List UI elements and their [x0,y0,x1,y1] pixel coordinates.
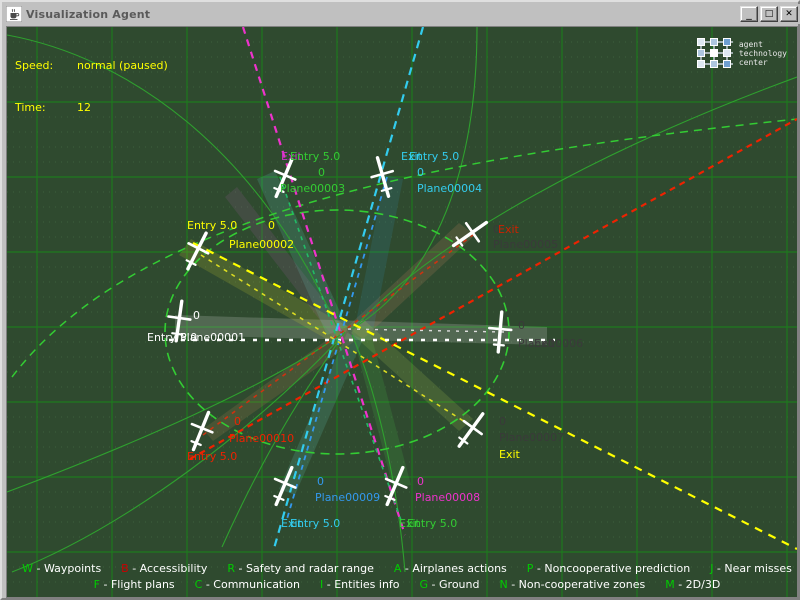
legend-key-g: G [419,578,429,591]
plane-waypoint-Plane00007: Exit [499,448,520,461]
legend-item-m[interactable]: M - 2D/3D [665,577,720,593]
legend-row-1: W - Waypoints B - Accessibility R - Safety… [11,561,797,577]
window-title: Visualization Agent [26,7,151,21]
speed-value: normal (paused) [77,59,168,72]
legend-item-i[interactable]: I - Entities info [320,577,400,593]
legend-key-w: W [22,562,33,575]
legend-key-n: N [499,578,508,591]
speed-label: Speed: [15,59,54,72]
plane-name-Plane00004: Plane00004 [417,182,483,195]
legend-item-c[interactable]: C - Communication [195,577,300,593]
time-value: 12 [77,101,91,114]
minimize-glyph: _ [746,7,752,20]
title-bar[interactable]: Visualization Agent _ □ ✕ [4,4,800,24]
logo-line-2: technology [738,48,787,58]
minimize-button[interactable]: _ [740,6,758,22]
legend-label-b: - Accessibility [128,562,208,575]
logo-node-grid-icon [692,33,736,73]
legend-item-r[interactable]: R - Safety and radar range [227,561,373,577]
logo-line-3: center [738,57,768,67]
time-row: Time: 12 [15,101,168,115]
plane-altitude-Plane00006: 0 [518,319,525,332]
status-hud: Speed: normal (paused) Time: 12 [15,31,168,143]
plane-waypoint-Plane00010: Entry 5.0 [187,450,238,463]
legend-item-f[interactable]: F - Flight plans [94,577,175,593]
legend-item-w[interactable]: W - Waypoints [22,561,101,577]
plane-waypoint-Plane00001: Entry 5.0 [147,331,198,344]
legend-label-n: - Non-cooperative zones [507,578,646,591]
plane-name-Plane00005: Plane00005 [493,238,559,251]
maximize-glyph: □ [764,8,774,19]
time-label: Time: [15,101,46,114]
keyboard-shortcut-legend: W - Waypoints B - Accessibility R - Safety… [11,561,797,593]
plane-altitude-Plane00002: 0 [268,219,275,232]
plane-name-Plane00010: Plane00010 [229,432,295,445]
legend-key-b: B [121,562,129,575]
plane-altitude-Plane00009: 0 [317,475,324,488]
legend-key-r: R [227,562,236,575]
legend-label-g: - Ground [428,578,480,591]
legend-label-c: - Communication [202,578,301,591]
plane-altitude-Plane00008: 0 [417,475,424,488]
logo-text: agent technology center [739,40,787,67]
plane-entry-Plane00008: Entry 5.0 [407,517,458,530]
plane-altitude-Plane00004: 0 [417,166,424,179]
visualization-canvas[interactable]: 0 Plane00001 Entry 5.0 0 Plane00002 Entry 5.0… [6,26,798,598]
close-button[interactable]: ✕ [780,6,798,22]
radar-scene: 0 Plane00001 Entry 5.0 0 Plane00002 Entry 5.0… [7,27,797,597]
legend-row-2: F - Flight plans C - Communication I - Ent… [11,577,797,593]
legend-key-m: M [665,578,675,591]
plane-altitude-Plane00010: 0 [234,415,241,428]
maximize-button[interactable]: □ [760,6,778,22]
legend-label-w: - Waypoints [33,562,102,575]
plane-entry-Plane00009: Entry 5.0 [290,517,341,530]
plane-waypoint-Plane00002: Entry 5.0 [187,219,238,232]
legend-item-b[interactable]: B - Accessibility [121,561,207,577]
close-glyph: ✕ [785,8,793,19]
plane-name-Plane00002: Plane00002 [229,238,295,251]
legend-label-r: - Safety and radar range [235,562,374,575]
plane-altitude-Plane00001: 0 [193,309,200,322]
plane-name-Plane00009: Plane00009 [315,491,381,504]
legend-item-p[interactable]: P - Noncooperative prediction [527,561,690,577]
agent-technology-center-logo: agent technology center [692,33,787,73]
legend-item-n[interactable]: N - Non-cooperative zones [499,577,645,593]
plane-entry-Plane00004: Entry 5.0 [409,150,460,163]
plane-name-Plane00007: Plane00007 [499,431,565,444]
legend-item-a[interactable]: A - Airplanes actions [394,561,507,577]
legend-item-g[interactable]: G - Ground [420,577,480,593]
legend-label-p: - Noncooperative prediction [533,562,691,575]
plane-entry-Plane00003: Entry 5.0 [290,150,341,163]
legend-label-i: - Entities info [323,578,400,591]
plane-name-Plane00003: Plane00003 [280,182,346,195]
plane-waypoint-Plane00005: Exit [498,223,519,236]
plane-altitude-Plane00003: 0 [318,166,325,179]
logo-line-1: agent [738,39,763,49]
application-window: Visualization Agent _ □ ✕ 0 Plane00001 E… [0,0,800,600]
legend-label-m: - 2D/3D [674,578,721,591]
window-controls: _ □ ✕ [740,6,798,22]
legend-label-a: - Airplanes actions [401,562,507,575]
legend-label-f: - Flight plans [100,578,175,591]
plane-name-Plane00008: Plane00008 [415,491,481,504]
legend-item-j[interactable]: J - Near misses [710,561,792,577]
plane-altitude-Plane00007: 0 [499,415,506,428]
java-cup-icon [5,5,23,23]
plane-waypoint-Plane00006: Exit [534,337,555,350]
legend-label-j: - Near misses [713,562,792,575]
speed-row: Speed: normal (paused) [15,59,168,73]
